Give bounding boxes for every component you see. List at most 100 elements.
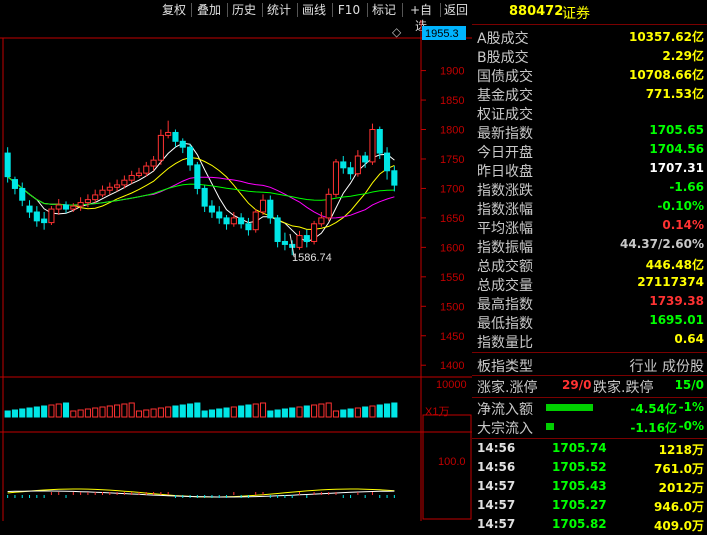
volume-bar	[252, 403, 259, 418]
tick-volume: 946.0万	[654, 500, 704, 514]
stat-value: 27117374	[637, 275, 704, 289]
volume-bar	[318, 403, 325, 418]
candle-body	[281, 240, 288, 245]
tick-price: 1705.74	[552, 441, 607, 455]
index-code: 880472	[509, 4, 564, 19]
info-panel: 880472 证券 A股成交 10357.62亿 B股成交 2.29亿 国债成交 1070…	[472, 0, 707, 533]
candle-body	[303, 235, 310, 242]
candle-body	[26, 205, 33, 213]
volume-bar	[114, 404, 121, 418]
volume-bar	[172, 405, 179, 418]
y-tick-label: 1550	[440, 272, 464, 284]
stat-label: 指数振幅	[477, 240, 533, 256]
stat-row: 最高指数 1739.38	[472, 294, 707, 313]
stat-label: 总成交量	[477, 278, 533, 294]
candle-body	[391, 170, 398, 186]
stat-row: 昨日收盘 1707.31	[472, 161, 707, 180]
volume-bar	[143, 409, 150, 418]
f10-button[interactable]: F10	[334, 2, 364, 18]
candle-body	[296, 235, 303, 248]
stat-label: 最新指数	[477, 126, 533, 142]
volume-bar	[92, 407, 99, 418]
add-watchlist-button[interactable]: +自选	[404, 2, 438, 33]
statistics-button[interactable]: 统计	[264, 2, 294, 18]
candle-body	[106, 186, 113, 191]
tick-time: 14:57	[477, 498, 516, 512]
volume-bar	[230, 406, 237, 418]
diamond-icon[interactable]: ◇	[392, 25, 402, 39]
candle-body	[354, 155, 361, 175]
history-button[interactable]: 历史	[229, 2, 259, 18]
stat-row: 国债成交 10708.66亿	[472, 66, 707, 85]
volume-bar	[70, 410, 77, 418]
volume-bar	[354, 407, 361, 418]
volume-bar	[77, 409, 84, 418]
y-tick-label: 1700	[440, 183, 464, 195]
toolbar-divider	[227, 3, 228, 17]
candle-body	[274, 217, 281, 242]
stat-label: 权证成交	[477, 107, 533, 123]
candle-body	[376, 129, 383, 154]
candle-body	[41, 218, 48, 224]
candle-body	[347, 167, 354, 175]
candle-body	[230, 217, 237, 225]
stat-value: 771.53亿	[645, 87, 704, 101]
down-count: 15/0	[674, 378, 704, 392]
volume-bar	[106, 405, 113, 418]
stat-label: 指数涨跌	[477, 183, 533, 199]
tick-time: 14:56	[477, 460, 516, 474]
candle-body	[4, 152, 11, 178]
volume-bar	[84, 408, 91, 418]
stat-row: 今日开盘 1704.56	[472, 142, 707, 161]
candle-body	[121, 179, 128, 186]
index-name: 证券	[562, 6, 590, 22]
volume-bar	[62, 402, 70, 418]
tick-price: 1705.52	[552, 460, 607, 474]
mark-button[interactable]: 标记	[369, 2, 399, 18]
volume-bar	[303, 405, 310, 418]
overlay-button[interactable]: 叠加	[193, 2, 225, 18]
candle-body	[384, 152, 391, 172]
toolbar-divider	[262, 3, 263, 17]
draw-line-button[interactable]: 画线	[299, 2, 329, 18]
candle-body	[318, 217, 325, 225]
volume-bar	[157, 407, 164, 418]
volume-bar	[384, 403, 391, 418]
candle-body	[216, 211, 223, 219]
kline-chart[interactable]: 1900 1850 1800 1750 1700 1650 1600 1550 1500 1450…	[0, 20, 472, 521]
volume-bar	[391, 402, 398, 418]
candle-body	[179, 140, 186, 148]
stat-row: 指数涨跌 -1.66	[472, 180, 707, 199]
stat-value: 1705.65	[649, 123, 704, 137]
volume-bar	[26, 407, 33, 418]
stat-value: 10357.62亿	[628, 30, 704, 44]
candle-body	[84, 199, 91, 204]
candle-body	[19, 187, 26, 201]
candle-body	[311, 223, 318, 242]
stat-label: B股成交	[477, 50, 529, 66]
stat-row: 总成交额 446.48亿	[472, 256, 707, 275]
volume-bar	[281, 408, 288, 418]
candle-body	[62, 204, 70, 210]
tick-row: 14:57 1705.43 2012万	[472, 479, 707, 497]
fuquan-button[interactable]: 复权	[159, 2, 189, 18]
volume-bar	[223, 407, 230, 418]
stat-label: 昨日收盘	[477, 164, 533, 180]
volume-bar	[4, 410, 11, 418]
stat-value: 10708.66亿	[628, 68, 704, 82]
toolbar-divider	[332, 3, 333, 17]
stat-row: 最新指数 1705.65	[472, 123, 707, 142]
stat-label: 平均涨幅	[477, 221, 533, 237]
volume-bar	[55, 403, 62, 418]
volume-bar	[216, 408, 223, 418]
tick-time: 14:57	[477, 479, 516, 493]
candle-body	[157, 134, 164, 161]
back-button[interactable]: 返回	[442, 2, 470, 18]
candle-body	[99, 189, 106, 196]
tick-volume: 1218万	[658, 443, 704, 457]
volume-bar	[48, 404, 55, 418]
volume-tick-label: 10000	[436, 379, 467, 391]
divider	[472, 24, 707, 25]
divider	[472, 375, 707, 376]
candle-body	[187, 146, 194, 166]
